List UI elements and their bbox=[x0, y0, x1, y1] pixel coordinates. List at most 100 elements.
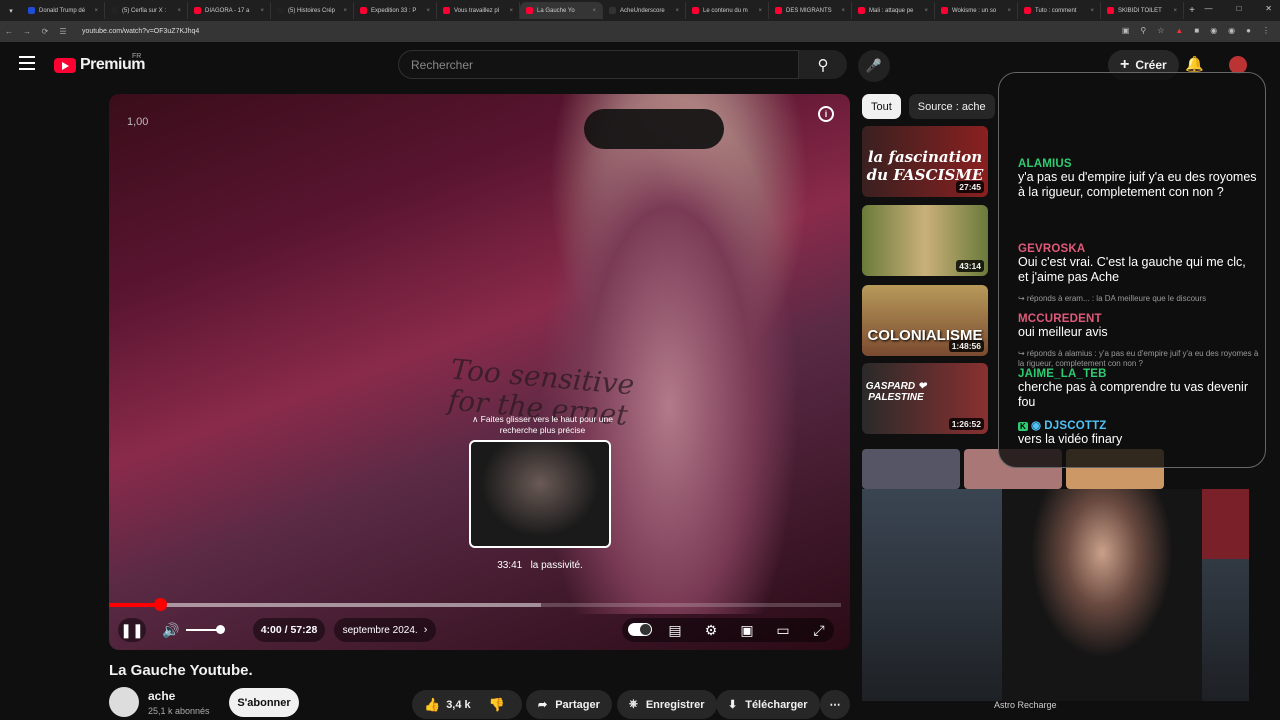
tab-close-icon[interactable]: × bbox=[177, 8, 181, 14]
tab-close-icon[interactable]: × bbox=[94, 8, 98, 14]
tab-close-icon[interactable]: × bbox=[1173, 8, 1177, 14]
back-icon[interactable]: ← bbox=[0, 27, 18, 36]
settings-gear-icon[interactable]: ⚙ bbox=[700, 618, 722, 642]
browser-tab[interactable]: Mali : attaque pe × bbox=[852, 2, 935, 19]
url-field[interactable]: youtube.com/watch?v=OF3uZ7KJhq4 bbox=[82, 28, 199, 35]
tab-close-icon[interactable]: × bbox=[1090, 8, 1094, 14]
stream-tile[interactable] bbox=[862, 449, 960, 489]
subscribe-button[interactable]: S'abonner bbox=[229, 688, 299, 717]
chip-all[interactable]: Tout bbox=[862, 94, 901, 119]
extension-icon[interactable]: ■ bbox=[1194, 26, 1199, 35]
tab-label: Wokisme : un so bbox=[952, 7, 997, 14]
youtube-logo[interactable]: Premium FR bbox=[54, 53, 145, 74]
tab-favicon-icon bbox=[1024, 7, 1031, 14]
new-tab-button[interactable]: + bbox=[1184, 5, 1200, 16]
chip-source[interactable]: Source : ache bbox=[908, 94, 995, 119]
save-button[interactable]: ⎈ Enregistrer bbox=[617, 690, 717, 719]
chapter-button[interactable]: septembre 2024. › bbox=[334, 618, 436, 642]
browser-tab[interactable]: Tuto : comment × bbox=[1018, 2, 1101, 19]
browser-tab[interactable]: Expedition 33 : P × bbox=[354, 2, 437, 19]
browser-tab[interactable]: Wokisme : un so × bbox=[935, 2, 1018, 19]
bookmark-star-icon[interactable]: ☆ bbox=[1157, 26, 1164, 35]
mute-button[interactable]: 🔊 bbox=[160, 618, 182, 642]
extension-icon[interactable]: ◉ bbox=[1210, 26, 1217, 35]
sunglasses-shape bbox=[584, 109, 724, 149]
webcam-streamer bbox=[1002, 489, 1202, 701]
profile-icon[interactable]: ● bbox=[1246, 26, 1251, 35]
region-code: FR bbox=[132, 53, 142, 60]
maximize-icon[interactable]: □ bbox=[1236, 4, 1241, 13]
download-icon: ⬇ bbox=[728, 699, 738, 711]
voice-search-button[interactable]: 🎤 bbox=[858, 50, 890, 82]
tab-close-icon[interactable]: × bbox=[426, 8, 430, 14]
browser-tab[interactable]: La Gauche Yo × bbox=[520, 2, 603, 19]
subtitles-icon[interactable]: ▤ bbox=[664, 618, 686, 642]
like-count[interactable]: 3,4 k bbox=[446, 699, 470, 711]
notifications-bell-icon[interactable]: 🔔 bbox=[1185, 55, 1204, 73]
chat-username-row: K ◉ DJSCOTTZ bbox=[1018, 418, 1258, 432]
close-window-icon[interactable]: ✕ bbox=[1265, 4, 1272, 13]
tab-close-icon[interactable]: × bbox=[260, 8, 264, 14]
browser-tab[interactable]: Donald Trump dé × bbox=[22, 2, 105, 19]
tab-close-icon[interactable]: × bbox=[343, 8, 347, 14]
forward-icon[interactable]: → bbox=[18, 27, 36, 36]
time-text: 4:00 / 57:28 bbox=[260, 624, 318, 636]
window-controls: — □ ✕ bbox=[1204, 4, 1272, 13]
browser-tab[interactable]: AcheUnderscore × bbox=[603, 2, 686, 19]
tab-search-icon[interactable]: ▾ bbox=[0, 7, 22, 15]
filter-chips: Tout Source : ache bbox=[862, 94, 995, 119]
tab-label: Tuto : comment bbox=[1035, 7, 1077, 14]
tab-close-icon[interactable]: × bbox=[509, 8, 513, 14]
browser-tab[interactable]: Vous travaillez pl × bbox=[437, 2, 520, 19]
miniplayer-icon[interactable]: ▣ bbox=[736, 618, 758, 642]
minimize-icon[interactable]: — bbox=[1204, 4, 1212, 13]
like-icon[interactable]: 👍 bbox=[424, 697, 440, 713]
pause-button[interactable]: ❚❚ bbox=[118, 618, 146, 642]
tab-label: DIAGORA - 17 a bbox=[205, 7, 250, 14]
recommendation-thumbnail[interactable]: la fascination du FASCISME 27:45 bbox=[862, 126, 988, 197]
channel-avatar[interactable] bbox=[109, 687, 139, 717]
autoplay-toggle[interactable] bbox=[628, 623, 652, 636]
video-title: La Gauche Youtube. bbox=[109, 662, 253, 679]
browser-tab[interactable]: DIAGORA - 17 a × bbox=[188, 2, 271, 19]
tab-label: Mali : attaque pe bbox=[869, 7, 914, 14]
progress-bar[interactable] bbox=[109, 598, 841, 611]
install-icon[interactable]: ▣ bbox=[1122, 26, 1130, 35]
browser-tab[interactable]: (5) Cerfia sur X : × bbox=[105, 2, 188, 19]
puzzle-icon[interactable]: ◉ bbox=[1228, 26, 1235, 35]
chat-text: y'a pas eu d'empire juif y'a eu des royo… bbox=[1018, 170, 1257, 199]
video-duration: 1:26:52 bbox=[948, 418, 984, 430]
cast-icon[interactable]: ▭ bbox=[772, 618, 794, 642]
browser-tab[interactable]: DES MIGRANTS × bbox=[769, 2, 852, 19]
tab-close-icon[interactable]: × bbox=[675, 8, 679, 14]
tab-close-icon[interactable]: × bbox=[841, 8, 845, 14]
extension-icon[interactable]: ▲ bbox=[1175, 26, 1183, 35]
tab-close-icon[interactable]: × bbox=[1007, 8, 1011, 14]
thumbnail-text: GASPARD ❤ PALESTINE bbox=[865, 381, 927, 403]
dislike-icon[interactable]: 👎 bbox=[489, 697, 505, 713]
volume-handle[interactable] bbox=[216, 625, 225, 634]
download-button[interactable]: ⬇ Télécharger bbox=[716, 690, 820, 719]
channel-name[interactable]: ache bbox=[148, 689, 175, 703]
browser-tab[interactable]: (5) Histoires Crép × bbox=[271, 2, 354, 19]
kebab-menu-icon[interactable]: ⋮ bbox=[1262, 26, 1270, 35]
zoom-icon[interactable]: ⚲ bbox=[1140, 26, 1146, 35]
site-info-icon[interactable]: ☰ bbox=[54, 27, 72, 36]
browser-tab[interactable]: SKIBIDI TOILET × bbox=[1101, 2, 1184, 19]
info-icon[interactable]: i bbox=[818, 106, 834, 122]
browser-tab[interactable]: Le contenu du m × bbox=[686, 2, 769, 19]
search-input[interactable]: Rechercher bbox=[398, 50, 799, 79]
reload-icon[interactable]: ⟳ bbox=[36, 27, 54, 36]
tab-close-icon[interactable]: × bbox=[924, 8, 928, 14]
hamburger-menu-icon[interactable] bbox=[19, 56, 35, 74]
tab-label: AcheUnderscore bbox=[620, 7, 665, 14]
more-actions-button[interactable]: ⋯ bbox=[820, 690, 850, 719]
tab-close-icon[interactable]: × bbox=[758, 8, 762, 14]
recommendation-thumbnail[interactable]: GASPARD ❤ PALESTINE 1:26:52 bbox=[862, 363, 988, 434]
search-button[interactable]: ⚲ bbox=[799, 50, 847, 79]
tab-close-icon[interactable]: × bbox=[592, 8, 596, 14]
share-button[interactable]: ➦ Partager bbox=[526, 690, 612, 719]
recommendation-thumbnail[interactable]: COLONIALISME 1:48:56 bbox=[862, 285, 988, 356]
recommendation-thumbnail[interactable]: 43:14 bbox=[862, 205, 988, 276]
fullscreen-icon[interactable]: ⤢ bbox=[808, 618, 830, 642]
